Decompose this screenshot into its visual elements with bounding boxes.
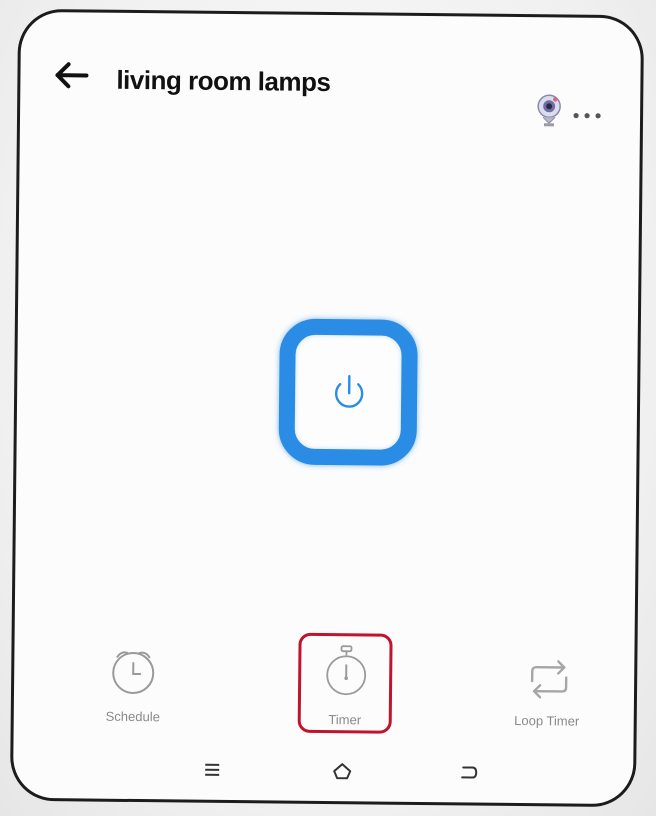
camera-icon[interactable] xyxy=(536,93,562,127)
system-navigation-bar xyxy=(13,748,633,794)
loop-timer-label: Loop Timer xyxy=(514,712,580,729)
arrow-left-icon[interactable] xyxy=(54,60,89,90)
power-icon xyxy=(335,375,364,408)
menu-icon[interactable] xyxy=(201,760,223,780)
loop-timer-button[interactable]: Loop Timer xyxy=(504,637,591,738)
timer-button[interactable]: Timer xyxy=(297,632,393,734)
loop-icon xyxy=(530,660,568,699)
home-icon[interactable] xyxy=(331,761,353,781)
page-title: living room lamps xyxy=(116,64,331,98)
clock-icon xyxy=(112,651,155,694)
app-screen: living room lamps Schedule Timer Loop Ti… xyxy=(9,8,645,808)
back-icon[interactable] xyxy=(457,762,479,782)
power-toggle-button[interactable] xyxy=(278,318,418,466)
more-horizontal-icon[interactable] xyxy=(572,112,602,120)
bottom-actions-bar: Schedule Timer Loop Timer xyxy=(13,632,634,748)
schedule-label: Schedule xyxy=(105,708,160,725)
stopwatch-icon xyxy=(326,645,367,696)
photo-background: living room lamps Schedule Timer Loop Ti… xyxy=(0,0,656,816)
timer-label: Timer xyxy=(328,712,362,728)
schedule-button[interactable]: Schedule xyxy=(88,633,179,734)
app-header: living room lamps xyxy=(20,12,641,128)
